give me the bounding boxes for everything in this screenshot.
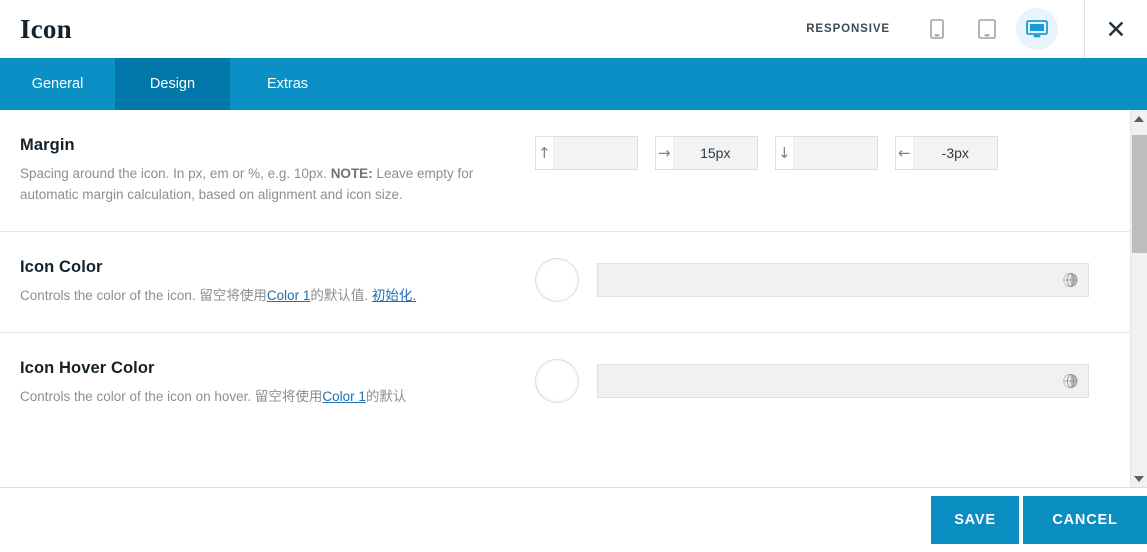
scrollbar-track[interactable] [1131,127,1147,470]
save-button[interactable]: SAVE [931,496,1019,544]
device-toggle-desktop[interactable] [1016,8,1058,50]
triangle-up-icon [1134,115,1144,122]
page-title: Icon [20,13,72,44]
icon-color-desc-part2: 的默认值. [310,288,372,303]
responsive-label: RESPONSIVE [806,23,890,35]
margin-field-block: ↑ → ↓ ← [535,136,1110,170]
color-1-link[interactable]: Color 1 [267,288,311,303]
icon-color-field-block [535,258,1110,302]
margin-title: Margin [20,136,75,154]
icon-color-title: Icon Color [20,258,103,276]
margin-right-input[interactable] [673,137,757,169]
arrow-right-icon: → [656,137,674,169]
device-toggle-tablet[interactable] [966,8,1008,50]
margin-top-input[interactable] [553,137,637,169]
arrow-left-icon: ← [896,137,914,169]
arrow-up-icon: ↑ [536,137,554,169]
cancel-button[interactable]: CANCEL [1023,496,1147,544]
dialog-footer: SAVE CANCEL [0,487,1147,552]
header-controls: RESPONSIVE ✕ [806,0,1147,58]
icon-color-label-block: Icon Color Controls the color of the ico… [20,258,535,306]
desktop-icon [1026,20,1048,38]
tab-bar: General Design Extras [0,58,1147,110]
icon-hover-color-input-wrap[interactable] [597,364,1089,398]
scroll-up-button[interactable] [1131,110,1147,127]
tab-general[interactable]: General [0,58,115,110]
tablet-icon [978,19,996,39]
icon-hover-color-input[interactable] [598,365,1088,397]
dialog-header: Icon RESPONSIVE ✕ [0,0,1147,58]
margin-description: Spacing around the icon. In px, em or %,… [20,163,505,205]
icon-color-swatch[interactable] [535,258,579,302]
icon-hover-color-swatch[interactable] [535,359,579,403]
reset-link[interactable]: 初始化. [372,288,416,303]
icon-hover-desc-part2: 的默认 [365,389,407,404]
settings-list: Margin Spacing around the icon. In px, e… [0,110,1130,487]
icon-hover-color-label-block: Icon Hover Color Controls the color of t… [20,359,535,407]
icon-hover-color-title: Icon Hover Color [20,359,155,377]
content-area: Margin Spacing around the icon. In px, e… [0,110,1147,487]
scrollbar-thumb[interactable] [1131,135,1147,253]
margin-desc-part1: Spacing around the icon. In px, em or %,… [20,166,331,181]
setting-row-icon-color: Icon Color Controls the color of the ico… [0,232,1130,333]
icon-settings-dialog: Icon RESPONSIVE ✕ General Design Extras … [0,0,1147,552]
margin-bottom-control[interactable]: ↓ [775,136,878,170]
margin-desc-note: NOTE: [330,166,373,181]
margin-inputs-group: ↑ → ↓ ← [535,136,998,170]
margin-label-block: Margin Spacing around the icon. In px, e… [20,136,535,205]
margin-right-control[interactable]: → [655,136,758,170]
device-toggle-mobile[interactable] [916,8,958,50]
globe-icon[interactable] [1063,373,1078,389]
arrow-down-icon: ↓ [776,137,794,169]
margin-left-control[interactable]: ← [895,136,998,170]
margin-bottom-input[interactable] [793,137,877,169]
icon-color-input-wrap[interactable] [597,263,1089,297]
close-icon: ✕ [1105,14,1127,44]
tab-design[interactable]: Design [115,58,230,110]
setting-row-icon-hover-color: Icon Hover Color Controls the color of t… [0,333,1130,433]
hover-color-1-link[interactable]: Color 1 [322,389,366,404]
setting-row-margin: Margin Spacing around the icon. In px, e… [0,110,1130,232]
mobile-icon [930,19,944,39]
triangle-down-icon [1134,475,1144,482]
icon-color-desc-part1: Controls the color of the icon. 留空将使用 [20,288,267,303]
vertical-scrollbar[interactable] [1130,110,1147,487]
margin-top-control[interactable]: ↑ [535,136,638,170]
scroll-down-button[interactable] [1131,470,1147,487]
globe-icon[interactable] [1063,272,1078,288]
margin-left-input[interactable] [913,137,997,169]
icon-hover-color-field-block [535,359,1110,403]
icon-hover-color-description: Controls the color of the icon on hover.… [20,386,505,407]
icon-color-description: Controls the color of the icon. 留空将使用Col… [20,285,505,306]
tab-extras[interactable]: Extras [230,58,345,110]
icon-color-input[interactable] [598,264,1088,296]
icon-hover-desc-part1: Controls the color of the icon on hover.… [20,389,323,404]
close-button[interactable]: ✕ [1085,0,1147,58]
